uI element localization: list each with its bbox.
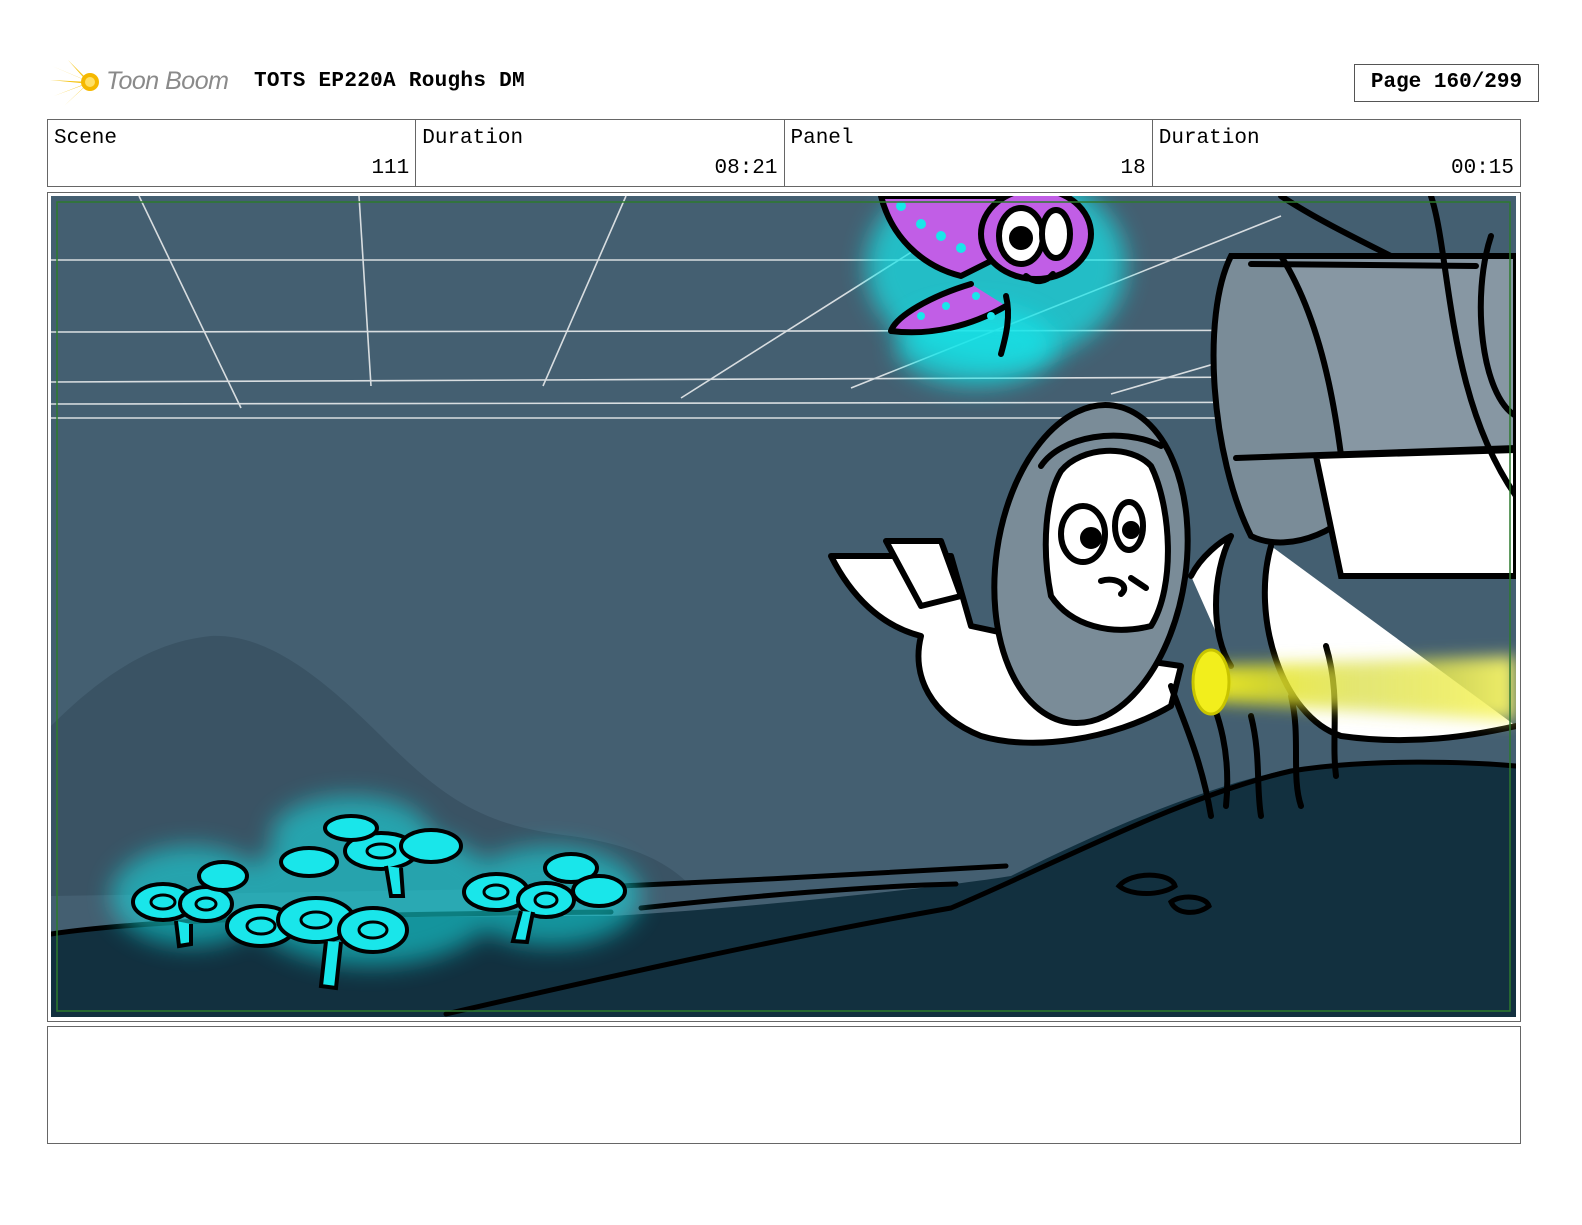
scene-duration-label: Duration bbox=[422, 127, 524, 150]
scene-duration-value: 08:21 bbox=[714, 157, 778, 180]
logo-text: Toon Boom bbox=[106, 67, 229, 95]
panel-value: 18 bbox=[1120, 157, 1146, 180]
panel-label: Panel bbox=[790, 127, 854, 150]
panel-notes-box bbox=[47, 1026, 1521, 1144]
panel-duration-value: 00:15 bbox=[1450, 157, 1514, 180]
panel-duration-cell: Duration 00:15 bbox=[1153, 120, 1520, 186]
scene-duration-cell: Duration 08:21 bbox=[416, 120, 785, 186]
scene-value: 111 bbox=[371, 157, 410, 180]
scene-info-table: Scene 111 Duration 08:21 Panel 18 Durati… bbox=[47, 119, 1521, 187]
document-title: TOTS EP220A Roughs DM bbox=[254, 70, 525, 93]
scene-label: Scene bbox=[54, 127, 118, 150]
scene-cell: Scene 111 bbox=[48, 120, 417, 186]
panel-drawing bbox=[51, 196, 1516, 1017]
starburst-icon bbox=[50, 60, 99, 106]
page-indicator: Page 160/299 bbox=[1354, 64, 1539, 102]
panel-cell: Panel 18 bbox=[785, 120, 1153, 186]
underwater-scene-illustration bbox=[51, 196, 1516, 1017]
toon-boom-logo: Toon Boom bbox=[50, 58, 240, 108]
panel-duration-label: Duration bbox=[1158, 127, 1260, 150]
storyboard-header: Toon Boom TOTS EP220A Roughs DM Page 160… bbox=[48, 56, 1539, 108]
storyboard-panel bbox=[47, 192, 1521, 1022]
